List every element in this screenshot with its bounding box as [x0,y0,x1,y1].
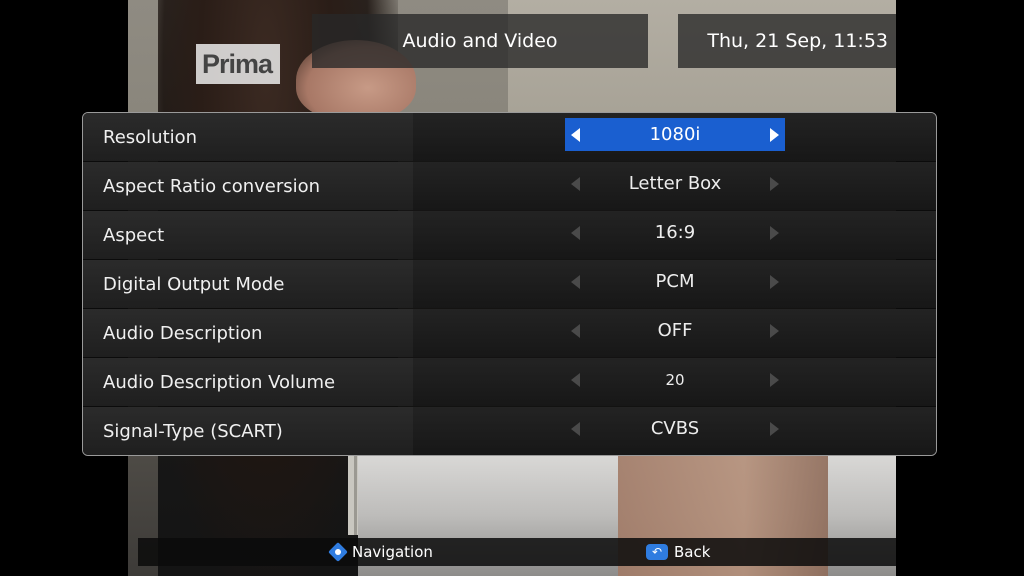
arrow-left-icon[interactable] [571,323,580,338]
arrow-left-icon[interactable] [571,274,580,289]
setting-value-selector[interactable]: CVBS [565,412,785,445]
arrow-left-icon[interactable] [571,176,580,191]
setting-row-signal-type-scart[interactable]: Signal-Type (SCART) CVBS [83,407,936,455]
setting-row-resolution[interactable]: Resolution 1080i [83,113,936,161]
dpad-icon [330,544,346,560]
setting-value: Letter Box [628,173,722,194]
menu-title: Audio and Video [312,14,648,68]
setting-value-selector[interactable]: 16:9 [565,216,785,249]
setting-label: Signal-Type (SCART) [103,420,283,442]
setting-value: CVBS [650,418,700,439]
channel-logo: Prima [196,44,280,84]
setting-row-audio-description-volume[interactable]: Audio Description Volume 20 [83,358,936,406]
setting-label: Resolution [103,126,198,148]
setting-row-audio-description[interactable]: Audio Description OFF [83,309,936,357]
back-hint[interactable]: ↶ Back [646,538,710,566]
clock-text: Thu, 21 Sep, 11:53 [707,30,888,52]
arrow-right-icon[interactable] [770,421,779,436]
arrow-right-icon[interactable] [770,274,779,289]
arrow-left-icon[interactable] [571,225,580,240]
setting-value-selector[interactable]: 20 [565,363,785,396]
setting-value-selector[interactable]: 1080i [565,118,785,151]
arrow-right-icon[interactable] [770,127,779,142]
clock-display: Thu, 21 Sep, 11:53 [678,14,896,68]
arrow-left-icon[interactable] [571,127,580,142]
setting-label: Audio Description Volume [103,371,336,393]
arrow-left-icon[interactable] [571,421,580,436]
setting-value: OFF [657,320,693,341]
setting-value: 1080i [649,124,701,145]
setting-label: Aspect [103,224,165,246]
arrow-right-icon[interactable] [770,225,779,240]
arrow-left-icon[interactable] [571,372,580,387]
setting-row-digital-output-mode[interactable]: Digital Output Mode PCM [83,260,936,308]
setting-label: Audio Description [103,322,263,344]
arrow-right-icon[interactable] [770,323,779,338]
settings-panel: Resolution 1080i Aspect Ratio conversion… [82,112,937,456]
back-label: Back [674,543,711,561]
arrow-right-icon[interactable] [770,176,779,191]
setting-value-selector[interactable]: PCM [565,265,785,298]
navigation-hint: Navigation [330,538,433,566]
setting-value: 16:9 [654,222,696,243]
footer-hint-bar: Navigation ↶ Back [138,538,896,566]
setting-label: Digital Output Mode [103,273,285,295]
setting-row-aspect-ratio-conversion[interactable]: Aspect Ratio conversion Letter Box [83,162,936,210]
setting-value-selector[interactable]: OFF [565,314,785,347]
setting-value: 20 [665,370,685,389]
return-icon: ↶ [646,544,668,560]
setting-label: Aspect Ratio conversion [103,175,321,197]
setting-value: PCM [655,271,695,292]
navigation-label: Navigation [352,543,433,561]
setting-value-selector[interactable]: Letter Box [565,167,785,200]
setting-row-aspect[interactable]: Aspect 16:9 [83,211,936,259]
menu-title-text: Audio and Video [402,30,558,52]
arrow-right-icon[interactable] [770,372,779,387]
